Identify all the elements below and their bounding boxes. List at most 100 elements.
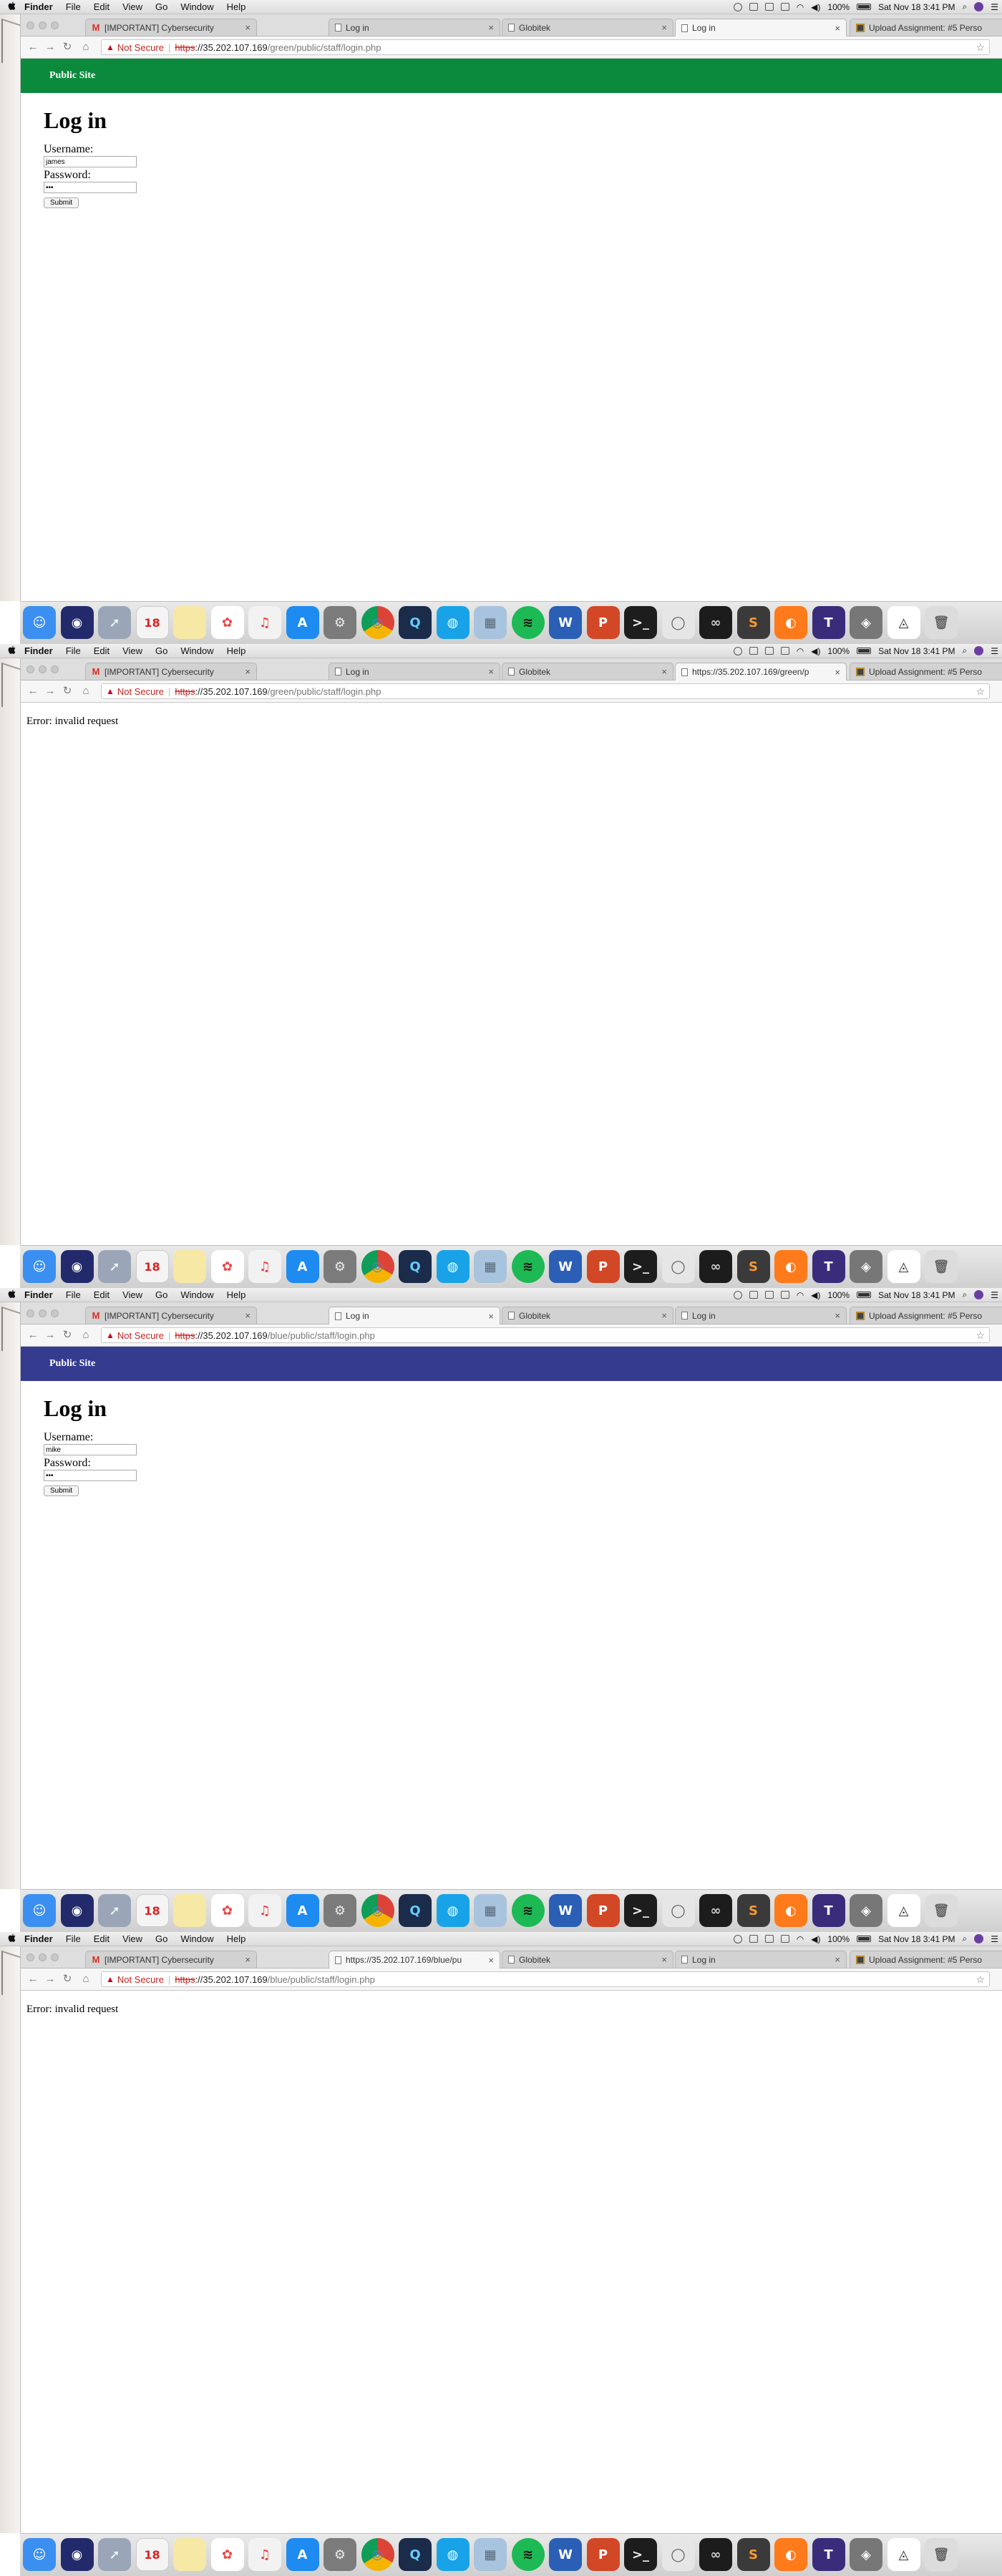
unity-icon[interactable]: ◬	[887, 1250, 920, 1283]
browser-tab[interactable]: M [IMPORTANT] Cybersecurity ×	[85, 19, 257, 36]
browser-tab[interactable]: Log in ×	[329, 19, 500, 36]
forward-button[interactable]: →	[44, 685, 57, 698]
terminal-icon[interactable]: >_	[624, 606, 657, 639]
creative-cloud-icon[interactable]: ∞	[699, 1894, 732, 1927]
menu-item-help[interactable]: Help	[220, 1288, 253, 1302]
spotlight-search-icon[interactable]: ⌕	[963, 645, 968, 656]
photos-icon[interactable]: ✿	[210, 606, 244, 639]
airplay-icon[interactable]	[780, 1291, 789, 1299]
menu-item-go[interactable]: Go	[149, 0, 174, 14]
notification-center-icon[interactable]: ☰	[991, 2, 998, 12]
siri-icon[interactable]: ◉	[60, 1250, 94, 1283]
siri-icon[interactable]: ◉	[60, 606, 94, 639]
tab-close-icon[interactable]: ×	[835, 23, 840, 34]
launchpad-icon[interactable]: ➚	[98, 2538, 131, 2571]
back-button[interactable]: ←	[26, 685, 39, 698]
finder-icon[interactable]: ☺	[23, 1250, 56, 1283]
clock[interactable]: Sat Nov 18 3:41 PM	[878, 1290, 955, 1300]
user-avatar-icon[interactable]	[974, 2, 984, 11]
battery-icon[interactable]	[857, 4, 872, 10]
window-minimize-button[interactable]	[39, 1309, 47, 1317]
calendar-icon[interactable]: 18	[135, 606, 169, 639]
calendar-icon[interactable]: 18	[135, 1250, 169, 1283]
vector-tool-icon[interactable]: ◈	[850, 2538, 882, 2571]
quicktime-icon[interactable]: Q	[399, 2538, 432, 2571]
browser-tab[interactable]: Upload Assignment: #5 Perso×	[850, 19, 1002, 36]
itunes-icon[interactable]: ♫	[248, 606, 281, 639]
wifi-icon[interactable]: ◠	[797, 2, 804, 12]
battery-icon[interactable]	[857, 1292, 872, 1298]
apple-menu-icon[interactable]	[3, 645, 20, 657]
launchpad-icon[interactable]: ➚	[98, 606, 131, 639]
launchpad-icon[interactable]: ➚	[98, 1250, 131, 1283]
tab-close-icon[interactable]: ×	[488, 22, 494, 33]
window-close-button[interactable]	[26, 1953, 34, 1961]
airplay-icon[interactable]	[780, 1935, 789, 1943]
vector-tool-icon[interactable]: ◈	[850, 1250, 882, 1283]
tab-close-icon[interactable]: ×	[245, 1310, 250, 1321]
back-button[interactable]: ←	[26, 41, 39, 54]
trash-icon[interactable]: 🗑	[925, 2538, 958, 2571]
password-field[interactable]	[44, 1470, 137, 1481]
browser-tab[interactable]: Globitek ×	[502, 1307, 673, 1324]
airplay-icon[interactable]	[780, 647, 789, 655]
text-tool-icon[interactable]: T	[812, 606, 845, 639]
display-icon[interactable]	[764, 1935, 774, 1943]
powerpoint-icon[interactable]: P	[586, 1250, 620, 1283]
vector-tool-icon[interactable]: ◈	[850, 1894, 882, 1927]
lasso-icon[interactable]: ◯	[661, 1250, 695, 1283]
menu-app-finder[interactable]: Finder	[20, 1288, 59, 1302]
trash-icon[interactable]: 🗑	[925, 1250, 958, 1283]
dropbox-icon[interactable]	[749, 1935, 758, 1943]
back-button[interactable]: ←	[26, 1329, 39, 1342]
launchpad-icon[interactable]: ➚	[98, 1894, 131, 1927]
itunes-icon[interactable]: ♫	[248, 1894, 281, 1927]
menu-item-edit[interactable]: Edit	[87, 1932, 116, 1946]
vpn-icon[interactable]	[733, 646, 742, 655]
bookmark-star-icon[interactable]: ☆	[976, 42, 985, 54]
window-minimize-button[interactable]	[39, 665, 47, 673]
menu-item-window[interactable]: Window	[174, 644, 220, 658]
safari-like-icon[interactable]: ◍	[436, 606, 470, 639]
terminal-icon[interactable]: >_	[624, 2538, 657, 2571]
browser-tab[interactable]: M [IMPORTANT] Cybersecurity ×	[85, 1951, 257, 1968]
lasso-icon[interactable]: ◯	[661, 1894, 695, 1927]
photos-icon[interactable]: ✿	[210, 1894, 244, 1927]
browser-tab[interactable]: M [IMPORTANT] Cybersecurity ×	[85, 663, 257, 680]
creative-cloud-icon[interactable]: ∞	[699, 2538, 732, 2571]
home-button[interactable]: ⌂	[79, 685, 92, 698]
password-field[interactable]	[44, 182, 137, 193]
menu-item-edit[interactable]: Edit	[87, 1288, 116, 1302]
tab-close-icon[interactable]: ×	[835, 667, 840, 678]
system-preferences-icon[interactable]: ⚙	[324, 606, 356, 639]
trash-icon[interactable]: 🗑	[925, 606, 958, 639]
airplay-icon[interactable]	[780, 3, 789, 11]
system-preferences-icon[interactable]: ⚙	[324, 1250, 356, 1283]
browser-tab[interactable]: Globitek ×	[502, 663, 673, 680]
user-avatar-icon[interactable]	[974, 1290, 984, 1299]
menu-app-finder[interactable]: Finder	[20, 1932, 59, 1946]
spotify-icon[interactable]: ≋	[511, 1250, 545, 1283]
app-store-icon[interactable]: A	[286, 1894, 319, 1927]
reload-button[interactable]: ↻	[61, 41, 74, 54]
menu-item-view[interactable]: View	[116, 0, 149, 14]
dropbox-icon[interactable]	[749, 3, 758, 11]
browser-tab[interactable]: Upload Assignment: #5 Perso×	[850, 1951, 1002, 1968]
chrome-icon[interactable]: ◎	[361, 2538, 394, 2571]
menu-item-view[interactable]: View	[116, 644, 149, 658]
address-bar[interactable]: ▲ Not Secure | https://35.202.107.169/blue/…	[101, 1971, 990, 1987]
menu-item-file[interactable]: File	[59, 1288, 87, 1302]
safari-like-icon[interactable]: ◍	[436, 1894, 470, 1927]
photo-viewer-icon[interactable]: ▦	[474, 1250, 507, 1283]
reload-button[interactable]: ↻	[61, 1973, 74, 1986]
public-site-link[interactable]: Public Site	[49, 70, 95, 81]
tab-close-icon[interactable]: ×	[835, 1310, 840, 1321]
system-preferences-icon[interactable]: ⚙	[324, 2538, 356, 2571]
lasso-icon[interactable]: ◯	[661, 2538, 695, 2571]
menu-item-edit[interactable]: Edit	[87, 644, 116, 658]
bookmark-star-icon[interactable]: ☆	[976, 686, 985, 698]
menu-item-window[interactable]: Window	[174, 1288, 220, 1302]
menu-item-go[interactable]: Go	[149, 1288, 174, 1302]
menu-item-help[interactable]: Help	[220, 1932, 253, 1946]
reload-button[interactable]: ↻	[61, 1329, 74, 1342]
